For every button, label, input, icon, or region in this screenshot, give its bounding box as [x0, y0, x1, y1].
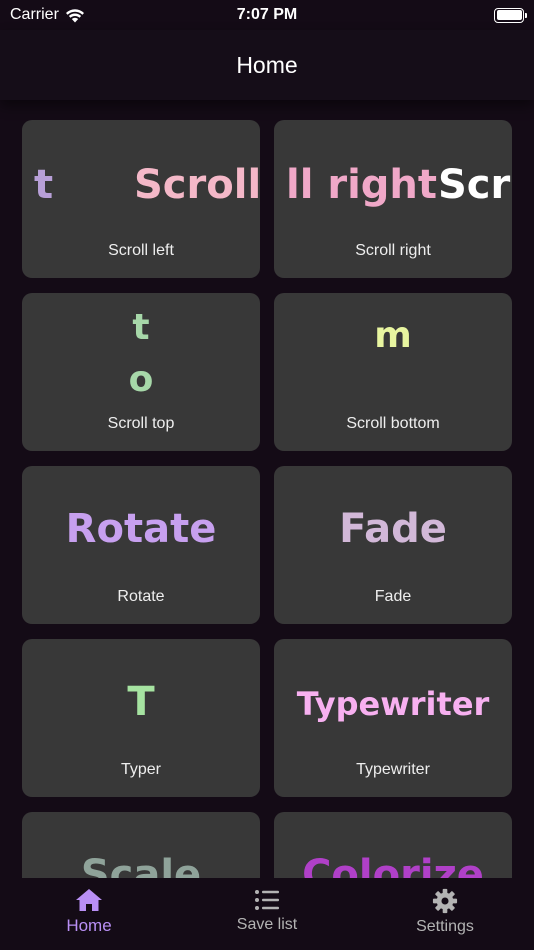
tile-scroll-left-preview-b: Scroll: [134, 162, 260, 208]
status-left: Carrier: [10, 6, 85, 24]
tile-label: Typer: [120, 761, 161, 778]
wifi-icon: [65, 8, 84, 22]
tile-typewriter-preview: Typewriter: [296, 685, 490, 723]
tab-save-list[interactable]: Save list: [197, 888, 337, 934]
tile-typewriter[interactable]: Typewriter Typewriter: [274, 639, 512, 797]
effects-grid: t Scroll Scroll left ll right Scr Scroll…: [22, 120, 513, 878]
status-bar: Carrier 7:07 PM: [0, 0, 534, 30]
nav-bar: Home: [0, 30, 534, 100]
tile-label: Scroll top: [107, 415, 175, 432]
tile-rotate-preview: Rotate: [65, 506, 217, 552]
tile-scroll-left[interactable]: t Scroll Scroll left: [22, 120, 260, 278]
tab-settings[interactable]: Settings: [375, 888, 515, 936]
tile-scale[interactable]: Scale: [22, 812, 260, 878]
tile-colorize-preview: Colorize: [302, 852, 484, 878]
tile-label: Scroll bottom: [346, 415, 440, 432]
home-icon: [76, 889, 102, 911]
tab-settings-label: Settings: [416, 918, 474, 935]
tile-scroll-right[interactable]: ll right Scr Scroll right: [274, 120, 512, 278]
tile-scroll-top-preview-a: t: [132, 307, 150, 348]
carrier-label: Carrier: [10, 6, 59, 23]
tab-home[interactable]: Home: [19, 888, 159, 936]
tab-save-list-label: Save list: [236, 916, 298, 933]
tile-scroll-right-preview-b: Scr: [438, 162, 511, 208]
tile-typer[interactable]: T Typer: [22, 639, 260, 797]
tile-fade[interactable]: Fade Fade: [274, 466, 512, 624]
tile-colorize[interactable]: Colorize: [274, 812, 512, 878]
tile-scroll-bottom[interactable]: m Scroll bottom: [274, 293, 512, 451]
tile-label: Scroll left: [108, 242, 174, 259]
gear-icon: [432, 888, 458, 914]
tile-scroll-left-preview-a: t: [34, 162, 54, 208]
tab-home-label: Home: [66, 916, 112, 935]
tile-scroll-top[interactable]: t o Scroll top: [22, 293, 260, 451]
tile-label: Scroll right: [355, 242, 431, 259]
list-icon: [255, 890, 279, 910]
tile-scroll-bottom-preview: m: [374, 315, 412, 356]
tile-label: Typewriter: [356, 761, 430, 778]
battery-icon: [494, 7, 527, 23]
tile-rotate[interactable]: Rotate Rotate: [22, 466, 260, 624]
tile-fade-preview: Fade: [339, 506, 447, 552]
tile-scroll-top-preview-b: o: [128, 359, 154, 400]
tab-bar: Home Save list Settings: [0, 878, 534, 950]
page-title: Home: [236, 51, 298, 78]
tile-scroll-right-preview-a: ll right: [286, 162, 438, 208]
tile-label: Fade: [374, 588, 412, 605]
tile-typer-preview: T: [127, 679, 155, 725]
tile-scale-preview: Scale: [80, 852, 202, 878]
tile-label: Rotate: [117, 588, 165, 605]
